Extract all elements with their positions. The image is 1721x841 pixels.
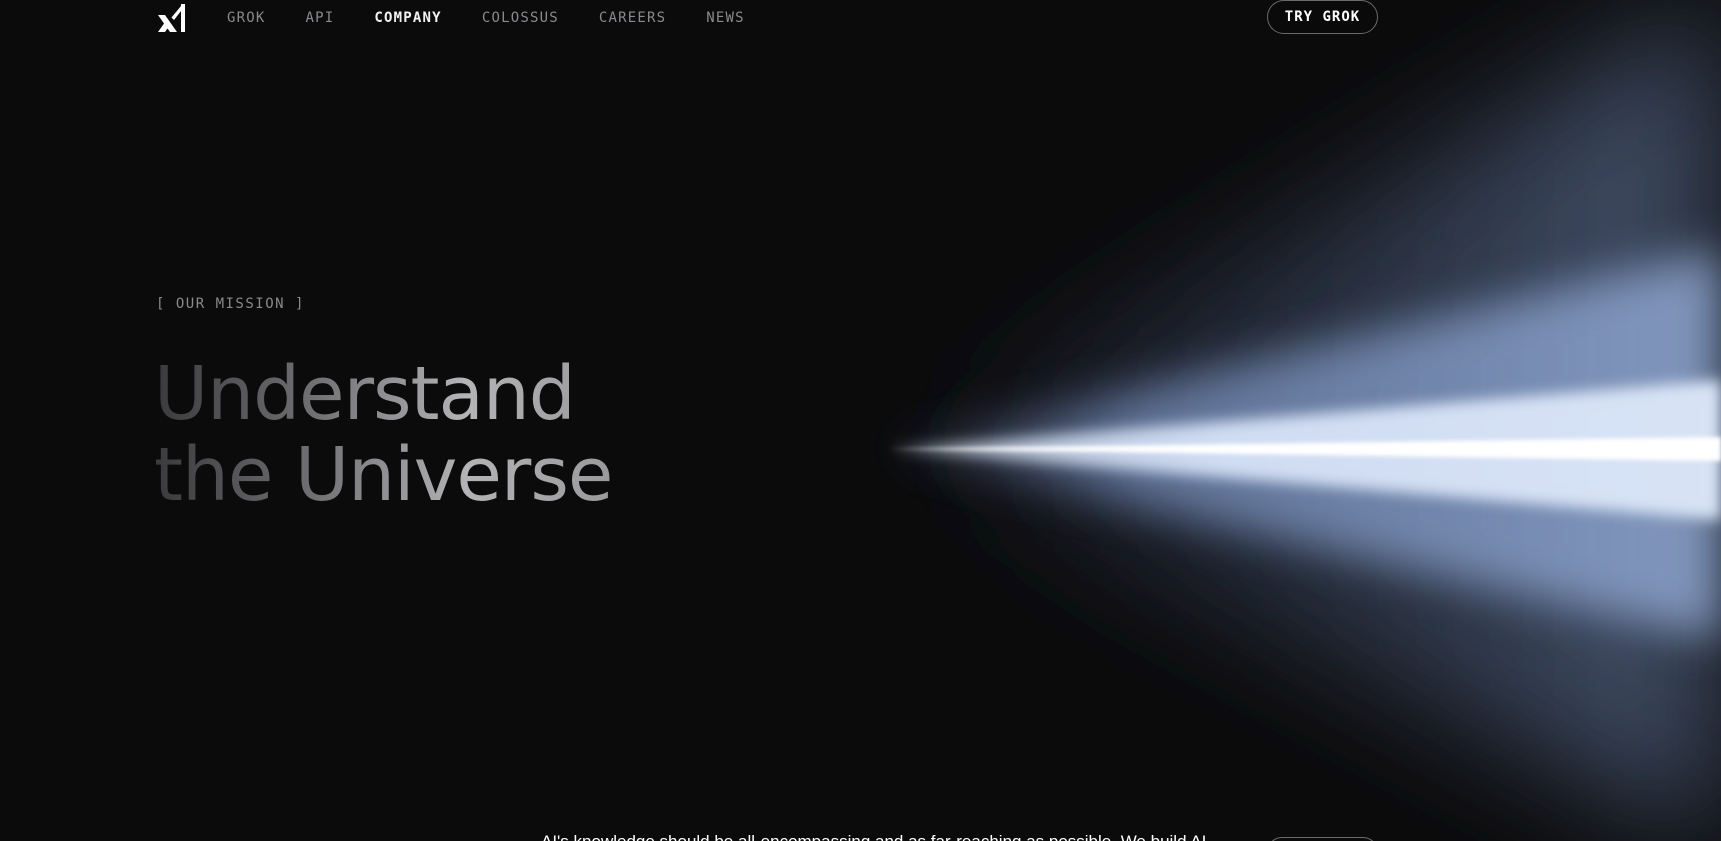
nav-link-careers[interactable]: CAREERS xyxy=(599,10,666,26)
xai-logo[interactable] xyxy=(157,3,187,33)
section-tag: [ OUR MISSION ] xyxy=(156,296,305,312)
mission-description: AI's knowledge should be all-encompassin… xyxy=(541,832,1221,841)
secondary-button[interactable] xyxy=(1267,837,1378,841)
nav-link-grok[interactable]: GROK xyxy=(227,10,266,26)
nav-link-api[interactable]: API xyxy=(306,10,335,26)
nav-links: GROK API COMPANY COLOSSUS CAREERS NEWS xyxy=(227,0,785,36)
hero-headline: Understand the Universe xyxy=(154,354,674,516)
nav-link-company[interactable]: COMPANY xyxy=(374,10,441,26)
nav-link-news[interactable]: NEWS xyxy=(706,10,745,26)
top-nav: GROK API COMPANY COLOSSUS CAREERS NEWS T… xyxy=(0,0,1721,36)
headline-line-2: the Universe xyxy=(154,432,613,518)
try-grok-button[interactable]: TRY GROK xyxy=(1267,0,1378,34)
nav-link-colossus[interactable]: COLOSSUS xyxy=(482,10,559,26)
headline-line-1: Understand xyxy=(154,351,575,437)
page: GROK API COMPANY COLOSSUS CAREERS NEWS T… xyxy=(0,0,1721,841)
